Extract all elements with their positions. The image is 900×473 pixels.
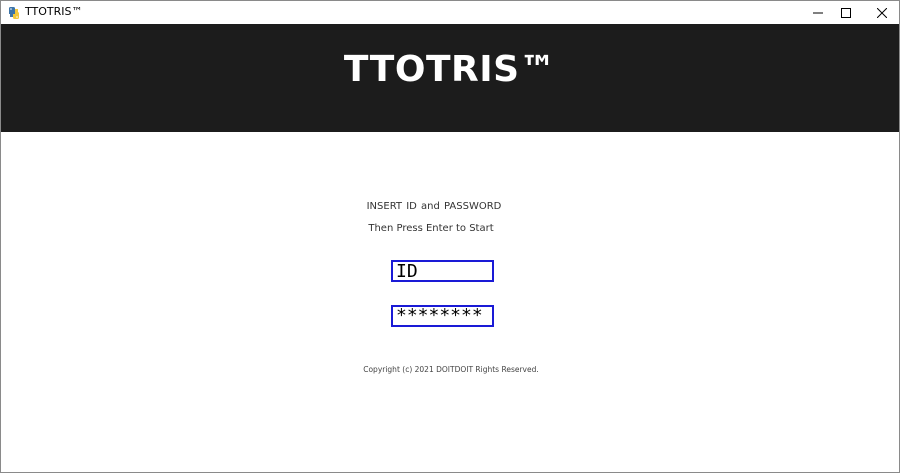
password-input[interactable] [391, 305, 494, 327]
close-icon [876, 3, 888, 22]
window-title: TTOTRIS™ [25, 5, 83, 18]
title-bar[interactable]: TTOTRIS™ [1, 1, 899, 24]
game-title: TTOTRIS™ [343, 49, 557, 90]
maximize-icon [841, 3, 851, 22]
maximize-button[interactable] [829, 1, 863, 24]
copyright-text: Copyright (c) 2021 DOITDOIT Rights Reser… [363, 365, 539, 374]
python-icon [7, 5, 21, 19]
minimize-icon [813, 3, 823, 22]
id-input[interactable] [391, 260, 494, 282]
header-banner: TTOTRIS™ [1, 24, 899, 132]
start-instruction: Then Press Enter to Start [368, 223, 494, 234]
game-window: TTOTRIS™ TTOTRIS™ INSERT ID and PASSWORD… [0, 0, 900, 473]
close-button[interactable] [865, 1, 899, 24]
login-instruction: INSERT ID and PASSWORD [366, 201, 502, 212]
